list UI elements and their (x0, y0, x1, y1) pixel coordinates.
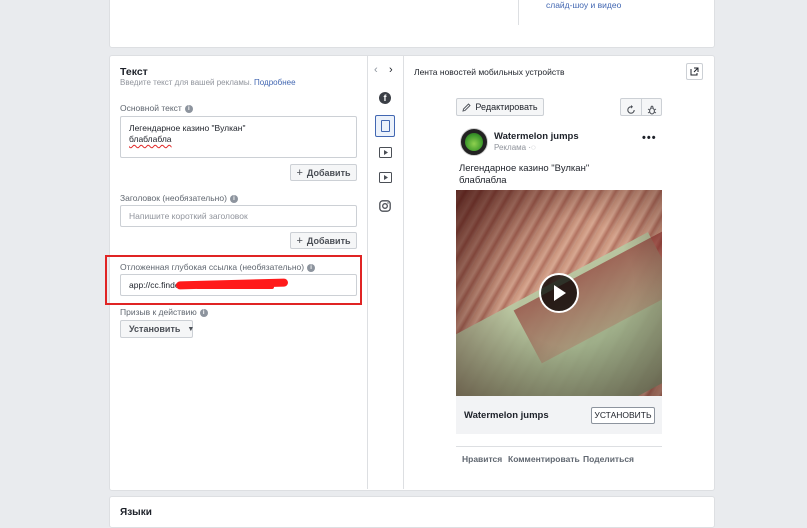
info-icon[interactable]: i (199, 308, 208, 317)
post-text-line2: блаблабла (459, 175, 507, 186)
caret-down-icon: ▼ (187, 325, 195, 333)
deep-link-optional: (необязательно) (239, 262, 305, 272)
languages-title: Языки (120, 507, 152, 518)
chevron-right-icon[interactable]: › (389, 64, 393, 76)
top-card: слайд-шоу и видео (109, 0, 715, 48)
rail-divider (403, 56, 404, 489)
facebook-logo: f (379, 92, 391, 104)
cta-label-text: Призыв к действию (120, 307, 197, 317)
add-headline-label: Добавить (306, 235, 351, 246)
cta-dropdown[interactable]: Установить ▼ (120, 320, 195, 338)
headline-optional: (необязательно) (162, 193, 227, 203)
share-action[interactable]: Поделиться (583, 454, 634, 464)
sponsored-label: Реклама (494, 143, 527, 152)
top-card-snippet[interactable]: слайд-шоу и видео (546, 0, 621, 10)
page-avatar (460, 128, 488, 156)
actions-divider (456, 446, 662, 447)
section-title: Текст (120, 66, 148, 78)
section-subtitle: Введите текст для вашей рекламы. Подробн… (120, 78, 296, 87)
placement-title: Лента новостей мобильных устройств (414, 67, 565, 77)
redaction-scribble (196, 285, 274, 289)
add-primary-text-button[interactable]: + Добавить (290, 164, 357, 181)
info-icon[interactable]: i (184, 104, 193, 113)
edit-button[interactable]: Редактировать (456, 98, 544, 116)
headline-placeholder: Напишите короткий заголовок (129, 211, 248, 221)
open-external-icon[interactable] (686, 63, 703, 80)
primary-text-label-text: Основной текст (120, 103, 182, 113)
play-button-icon[interactable] (539, 273, 579, 313)
instagram-icon[interactable] (378, 199, 392, 213)
plus-icon: + (296, 166, 303, 179)
tools-divider (641, 99, 642, 115)
deep-link-value: app://cc.finder (129, 280, 183, 290)
more-options-icon[interactable]: ••• (642, 132, 657, 144)
globe-icon: ·◌ (528, 143, 536, 152)
cta-label: Призыв к действию i (120, 307, 208, 317)
refresh-icon[interactable] (626, 102, 636, 114)
preview-tools (620, 98, 662, 116)
facebook-icon[interactable]: f (378, 91, 392, 105)
bug-icon[interactable] (647, 102, 657, 115)
section-subtitle-text: Введите текст для вашей рекламы. (120, 78, 252, 87)
post-text: Легендарное казино "Вулкан" блаблабла (459, 163, 589, 187)
primary-text-label: Основной текст i (120, 103, 193, 113)
languages-card: Языки (109, 496, 715, 528)
learn-more-link[interactable]: Подробнее (254, 78, 296, 87)
video-feed-icon[interactable] (378, 145, 392, 159)
deep-link-label: Отложенная глубокая ссылка (необязательн… (120, 262, 316, 272)
primary-text-field[interactable]: Легендарное казино "Вулкан" блаблабла (120, 116, 357, 158)
pencil-icon (462, 102, 472, 112)
primary-text-line2: блаблабла (129, 134, 172, 144)
info-icon[interactable]: i (229, 194, 238, 203)
deep-link-label-text: Отложенная глубокая ссылка (120, 262, 238, 272)
post-text-line1: Легендарное казино "Вулкан" (459, 163, 590, 174)
primary-text-line1: Легендарное казино "Вулкан" (129, 123, 246, 133)
mobile-feed-glyph (380, 120, 390, 132)
video-thumbnail[interactable] (456, 190, 662, 396)
headline-field[interactable]: Напишите короткий заголовок (120, 205, 357, 227)
headline-label: Заголовок (необязательно) i (120, 193, 238, 203)
add-primary-text-label: Добавить (306, 167, 351, 178)
sponsored-line: Реклама ·◌ (494, 143, 536, 152)
plus-icon: + (296, 234, 303, 247)
left-column-divider (367, 56, 368, 489)
comment-action[interactable]: Комментировать (508, 454, 580, 464)
top-card-divider (518, 0, 519, 25)
instream-video-icon[interactable] (378, 170, 392, 184)
cta-value: Установить (129, 324, 181, 334)
footer-page-name: Watermelon jumps (464, 410, 549, 421)
install-button[interactable]: УСТАНОВИТЬ (591, 407, 655, 424)
mobile-feed-icon[interactable] (375, 115, 395, 137)
page-name[interactable]: Watermelon jumps (494, 131, 579, 142)
like-action[interactable]: Нравится (462, 454, 502, 464)
add-headline-button[interactable]: + Добавить (290, 232, 357, 249)
edit-label: Редактировать (475, 102, 538, 112)
chevron-left-icon[interactable]: ‹ (374, 64, 378, 76)
info-icon[interactable]: i (307, 263, 316, 272)
watermelon-logo (465, 133, 483, 151)
headline-label-text: Заголовок (120, 193, 160, 203)
